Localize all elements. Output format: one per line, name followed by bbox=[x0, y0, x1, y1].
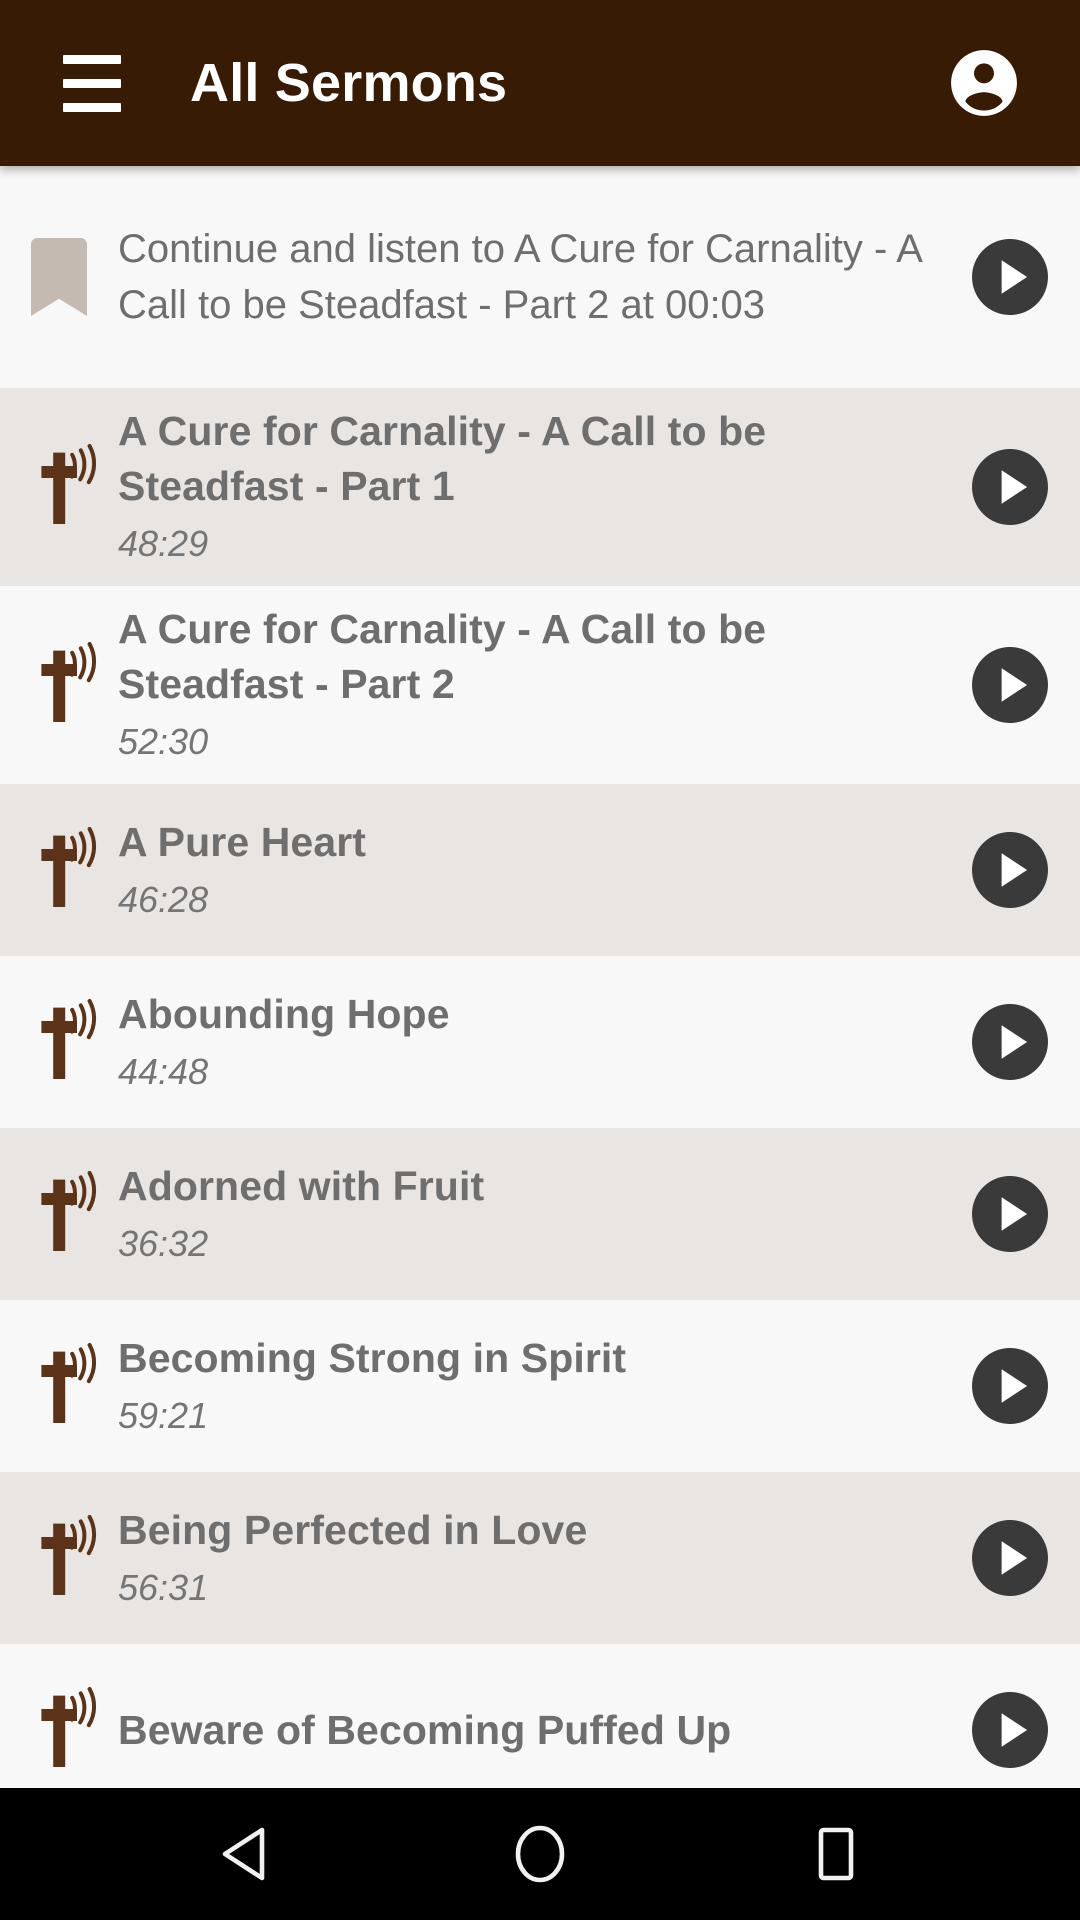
sermon-play-wrap bbox=[962, 449, 1058, 525]
sermon-play-wrap bbox=[962, 832, 1058, 908]
sermon-meta: Being Perfected in Love 56:31 bbox=[118, 1503, 962, 1614]
sermon-meta: Abounding Hope 44:48 bbox=[118, 987, 962, 1098]
sermon-title: Being Perfected in Love bbox=[118, 1506, 588, 1553]
sermon-row[interactable]: A Cure for Carnality - A Call to be Stea… bbox=[0, 586, 1080, 784]
sermon-meta: A Pure Heart 46:28 bbox=[118, 815, 962, 926]
cross-icon-wrap bbox=[0, 1684, 118, 1776]
cross-with-sound-waves-icon bbox=[41, 1687, 97, 1767]
continue-play-wrap bbox=[962, 239, 1058, 315]
continue-listening-text: Continue and listen to A Cure for Carnal… bbox=[118, 227, 921, 327]
app-bar: All Sermons bbox=[0, 0, 1080, 166]
play-circle-icon[interactable] bbox=[972, 1176, 1048, 1252]
sermon-row[interactable]: Becoming Strong in Spirit 59:21 bbox=[0, 1300, 1080, 1472]
play-circle-icon[interactable] bbox=[972, 1004, 1048, 1080]
sermon-title: A Cure for Carnality - A Call to be Stea… bbox=[118, 606, 767, 707]
hamburger-bar-1 bbox=[63, 54, 121, 64]
cross-icon-wrap bbox=[0, 1512, 118, 1604]
page-title: All Sermons bbox=[190, 53, 508, 113]
sermon-rows-container: A Cure for Carnality - A Call to be Stea… bbox=[0, 388, 1080, 1788]
play-circle-icon[interactable] bbox=[972, 1348, 1048, 1424]
sermon-row[interactable]: Beware of Becoming Puffed Up bbox=[0, 1644, 1080, 1788]
sermon-play-wrap bbox=[962, 1520, 1058, 1596]
sermon-duration: 46:28 bbox=[118, 878, 209, 920]
sermon-row[interactable]: A Pure Heart 46:28 bbox=[0, 784, 1080, 956]
sermon-row[interactable]: Abounding Hope 44:48 bbox=[0, 956, 1080, 1128]
sermon-duration: 36:32 bbox=[118, 1222, 209, 1264]
android-navigation-bar bbox=[0, 1788, 1080, 1920]
sermon-title: Adorned with Fruit bbox=[118, 1162, 485, 1209]
sermon-row[interactable]: Being Perfected in Love 56:31 bbox=[0, 1472, 1080, 1644]
sermon-play-wrap bbox=[962, 1348, 1058, 1424]
cross-with-sound-waves-icon bbox=[41, 827, 97, 907]
sermon-duration: 59:21 bbox=[118, 1394, 209, 1436]
hamburger-menu-icon[interactable] bbox=[56, 47, 128, 119]
sermon-play-wrap bbox=[962, 1692, 1058, 1768]
play-circle-icon[interactable] bbox=[972, 449, 1048, 525]
sermon-meta: A Cure for Carnality - A Call to be Stea… bbox=[118, 404, 962, 570]
sermon-play-wrap bbox=[962, 1004, 1058, 1080]
cross-with-sound-waves-icon bbox=[41, 1343, 97, 1423]
cross-with-sound-waves-icon bbox=[41, 444, 97, 524]
sermon-title: A Cure for Carnality - A Call to be Stea… bbox=[118, 408, 767, 509]
sermon-duration: 48:29 bbox=[118, 523, 209, 564]
sermon-row[interactable]: A Cure for Carnality - A Call to be Stea… bbox=[0, 388, 1080, 586]
account-circle-icon[interactable] bbox=[946, 45, 1022, 121]
sermon-meta: Adorned with Fruit 36:32 bbox=[118, 1159, 962, 1270]
play-circle-icon[interactable] bbox=[972, 832, 1048, 908]
cross-icon-wrap bbox=[0, 1340, 118, 1432]
sermon-duration: 52:30 bbox=[118, 721, 209, 762]
sermon-duration: 44:48 bbox=[118, 1050, 209, 1092]
sermon-row[interactable]: Adorned with Fruit 36:32 bbox=[0, 1128, 1080, 1300]
recents-square-icon bbox=[818, 1827, 854, 1881]
sermon-meta: A Cure for Carnality - A Call to be Stea… bbox=[118, 602, 962, 768]
sermon-title: Becoming Strong in Spirit bbox=[118, 1334, 627, 1381]
play-circle-icon[interactable] bbox=[972, 1520, 1048, 1596]
sermon-play-wrap bbox=[962, 647, 1058, 723]
cross-with-sound-waves-icon bbox=[41, 642, 97, 722]
sermon-title: Beware of Becoming Puffed Up bbox=[118, 1706, 732, 1753]
app-root: All Sermons Continue and listen to A Cur… bbox=[0, 0, 1080, 1920]
cross-with-sound-waves-icon bbox=[41, 1515, 97, 1595]
hamburger-bar-3 bbox=[63, 102, 121, 112]
cross-icon-wrap bbox=[0, 824, 118, 916]
play-circle-icon[interactable] bbox=[972, 647, 1048, 723]
hamburger-bar-2 bbox=[63, 78, 121, 88]
cross-icon-wrap bbox=[0, 996, 118, 1088]
cross-icon-wrap bbox=[0, 1168, 118, 1260]
play-circle-icon[interactable] bbox=[972, 1692, 1048, 1768]
sermon-meta: Beware of Becoming Puffed Up bbox=[118, 1703, 962, 1758]
back-triangle-icon bbox=[222, 1827, 265, 1881]
sermon-play-wrap bbox=[962, 1176, 1058, 1252]
home-circle-icon bbox=[515, 1825, 565, 1883]
bookmark-icon bbox=[31, 238, 87, 316]
cross-icon-wrap bbox=[0, 441, 118, 533]
cross-with-sound-waves-icon bbox=[41, 999, 97, 1079]
home-button[interactable] bbox=[480, 1809, 600, 1899]
cross-icon-wrap bbox=[0, 639, 118, 731]
sermon-list[interactable]: Continue and listen to A Cure for Carnal… bbox=[0, 166, 1080, 1788]
cross-with-sound-waves-icon bbox=[41, 1171, 97, 1251]
sermon-duration: 56:31 bbox=[118, 1566, 209, 1608]
continue-listening-row[interactable]: Continue and listen to A Cure for Carnal… bbox=[0, 166, 1080, 388]
sermon-meta: Becoming Strong in Spirit 59:21 bbox=[118, 1331, 962, 1442]
play-circle-icon[interactable] bbox=[972, 239, 1048, 315]
sermon-title: A Pure Heart bbox=[118, 818, 367, 865]
recents-button[interactable] bbox=[776, 1809, 896, 1899]
back-button[interactable] bbox=[184, 1809, 304, 1899]
bookmark-icon-wrap bbox=[0, 238, 118, 316]
sermon-title: Abounding Hope bbox=[118, 990, 450, 1037]
